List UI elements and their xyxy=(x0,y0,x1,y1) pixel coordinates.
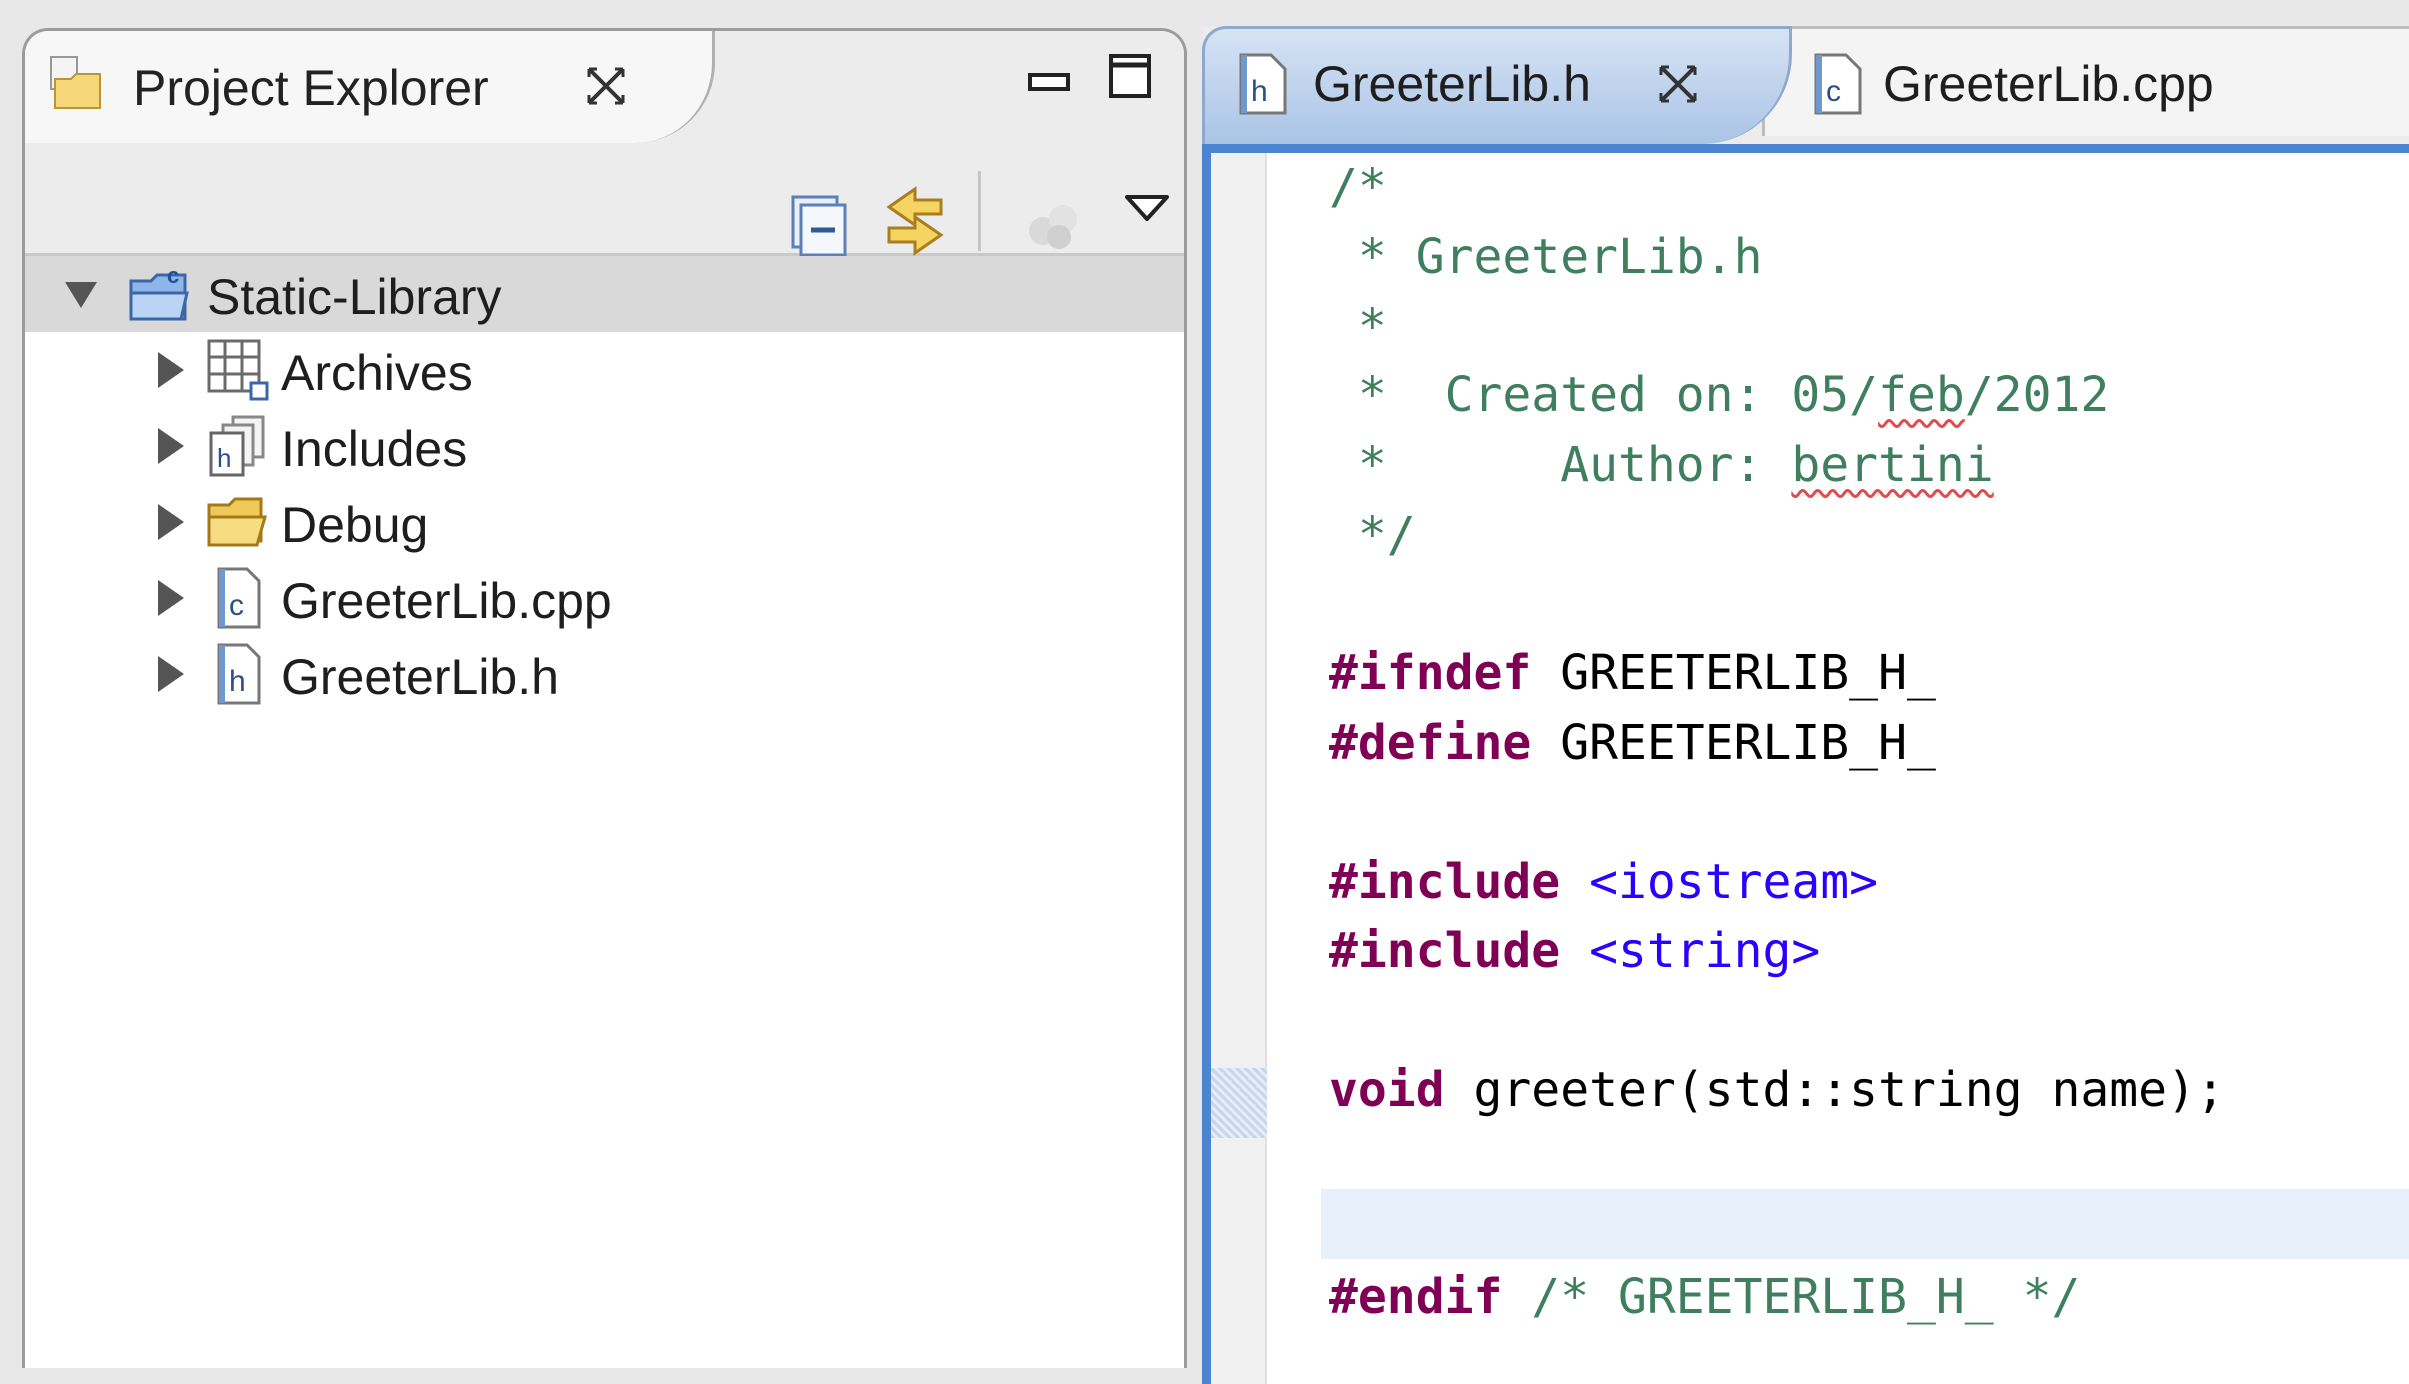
tree-item-greeterlib-h[interactable]: h GreeterLib.h xyxy=(25,636,1184,712)
tab-greeterlib-cpp[interactable]: c GreeterLib.cpp xyxy=(1762,26,2409,136)
view-menu-icon[interactable] xyxy=(1123,191,1171,225)
editor-area: c GreeterLib.cpp h GreeterLib.h /* * Gre… xyxy=(1202,26,2409,1384)
code-line: * GreeterLib.h xyxy=(1329,229,1763,285)
tab-label: GreeterLib.cpp xyxy=(1883,56,2214,112)
code-line: #include <string> xyxy=(1329,917,1820,985)
identifier: GREETERLIB_H_ xyxy=(1531,645,1936,701)
keyword: #ifndef xyxy=(1329,645,1532,701)
tree-item-greeterlib-cpp[interactable]: c GreeterLib.cpp xyxy=(25,560,1184,636)
maximize-icon[interactable] xyxy=(1108,53,1152,99)
project-explorer-header: Project Explorer xyxy=(25,31,1184,259)
tree-item-label: Static-Library xyxy=(207,269,502,325)
cpp-file-icon: c xyxy=(217,567,261,629)
project-explorer-view: Project Explorer c Static-Library Archiv… xyxy=(22,28,1187,1368)
project-explorer-title: Project Explorer xyxy=(133,60,489,116)
close-icon[interactable] xyxy=(1655,61,1701,107)
cpp-file-icon: c xyxy=(1814,53,1862,115)
tree-item-label: GreeterLib.cpp xyxy=(281,573,612,629)
toolbar-separator xyxy=(978,171,981,251)
current-line-highlight xyxy=(1321,1189,2409,1259)
tab-label: GreeterLib.h xyxy=(1313,56,1591,112)
code-line: #endif /* GREETERLIB_H_ */ xyxy=(1329,1263,2080,1331)
minimize-icon[interactable] xyxy=(1028,71,1070,95)
spelling-error: feb xyxy=(1878,367,1965,423)
code-line: void greeter(std::string name); xyxy=(1329,1056,2225,1124)
svg-text:h: h xyxy=(1251,75,1268,108)
tab-greeterlib-h[interactable]: h GreeterLib.h xyxy=(1202,26,1792,144)
header-file-icon: h xyxy=(217,643,261,705)
code-line: #define GREETERLIB_H_ xyxy=(1329,709,1936,777)
collapsed-arrow-icon[interactable] xyxy=(152,578,188,618)
collapsed-arrow-icon[interactable] xyxy=(152,502,188,542)
code-fragment: * Created on: 05/ xyxy=(1329,367,1879,423)
link-with-editor-icon[interactable] xyxy=(875,181,955,261)
working-set-icon[interactable] xyxy=(1021,191,1087,257)
svg-text:c: c xyxy=(1826,75,1841,108)
project-explorer-tab[interactable]: Project Explorer xyxy=(25,31,715,143)
header-file-icon: h xyxy=(1239,53,1287,115)
folder-icon xyxy=(207,497,267,547)
include-path: <string> xyxy=(1560,923,1821,979)
tree-item-label: Archives xyxy=(281,345,473,401)
tree-item-label: GreeterLib.h xyxy=(281,649,559,705)
code-line: * Created on: 05/feb/2012 xyxy=(1329,361,2109,429)
collapsed-arrow-icon[interactable] xyxy=(152,654,188,694)
svg-text:c: c xyxy=(167,263,179,288)
code-line: * Author: bertini xyxy=(1329,431,1994,499)
code-fragment: * Author: xyxy=(1329,437,1792,493)
code-line: * xyxy=(1329,299,1387,355)
identifier: GREETERLIB_H_ xyxy=(1531,715,1936,771)
change-marker xyxy=(1211,1068,1267,1138)
comment: /* GREETERLIB_H_ */ xyxy=(1502,1269,2081,1325)
code-fragment: /2012 xyxy=(1964,367,2110,423)
collapsed-arrow-icon[interactable] xyxy=(152,350,188,390)
code-line: /* xyxy=(1329,159,1387,215)
keyword: void xyxy=(1329,1062,1445,1118)
code-line: */ xyxy=(1329,507,1416,563)
tree-item-label: Includes xyxy=(281,421,468,477)
collapse-all-icon[interactable] xyxy=(787,193,853,259)
code-line: #ifndef GREETERLIB_H_ xyxy=(1329,639,1936,707)
editor-gutter[interactable] xyxy=(1211,153,1267,1384)
tree-item-archives[interactable]: Archives xyxy=(25,332,1184,408)
spelling-error: bertini xyxy=(1791,437,1994,493)
declaration: greeter(std::string name); xyxy=(1444,1062,2225,1118)
collapsed-arrow-icon[interactable] xyxy=(152,426,188,466)
project-explorer-icon xyxy=(50,56,101,109)
keyword: #endif xyxy=(1329,1269,1503,1325)
keyword: #include xyxy=(1329,854,1561,910)
code-line: #include <iostream> xyxy=(1329,848,1878,916)
tree-item-debug[interactable]: Debug xyxy=(25,484,1184,560)
archives-icon xyxy=(207,339,269,401)
tree-item-static-library[interactable]: c Static-Library xyxy=(25,256,1184,332)
keyword: #include xyxy=(1329,923,1561,979)
svg-text:h: h xyxy=(229,665,246,698)
code-editor[interactable]: /* * GreeterLib.h * * Created on: 05/feb… xyxy=(1202,144,2409,1384)
expanded-arrow-icon[interactable] xyxy=(63,274,99,314)
svg-text:c: c xyxy=(229,589,244,622)
keyword: #define xyxy=(1329,715,1532,771)
tree-item-includes[interactable]: h Includes xyxy=(25,408,1184,484)
close-icon[interactable] xyxy=(583,63,629,109)
editor-tabs: c GreeterLib.cpp h GreeterLib.h xyxy=(1202,26,2409,144)
includes-icon: h xyxy=(209,415,265,477)
c-project-folder-icon: c xyxy=(129,263,189,321)
svg-text:h: h xyxy=(217,443,231,473)
include-path: <iostream> xyxy=(1560,854,1879,910)
tree-item-label: Debug xyxy=(281,497,429,553)
